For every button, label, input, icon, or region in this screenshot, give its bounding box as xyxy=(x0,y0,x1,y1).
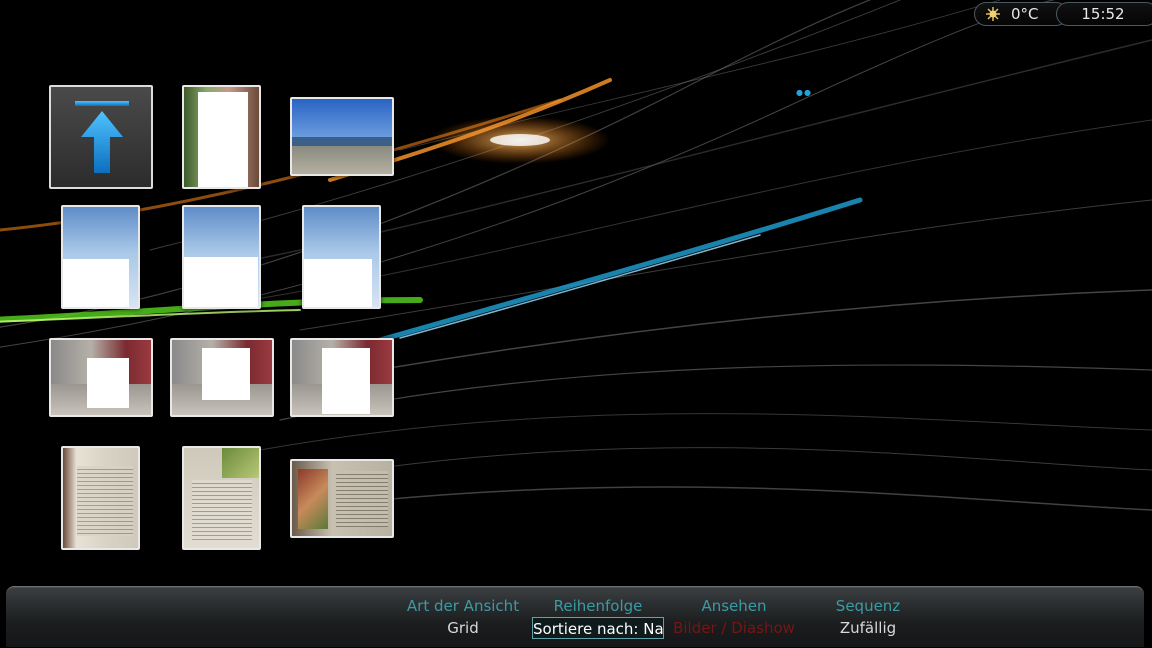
thumbnail-room-photo-3[interactable] xyxy=(290,338,394,417)
sun-icon xyxy=(986,7,1000,21)
clock-time: 15:52 xyxy=(1081,5,1125,23)
thumbnail-book-photo-2[interactable] xyxy=(182,446,261,550)
thumbnail-book-photo-3[interactable] xyxy=(290,459,394,538)
temperature-label: 0°C xyxy=(1011,5,1039,23)
thumbnail-landscape-lake-photo[interactable] xyxy=(290,97,394,176)
parent-folder-button[interactable] xyxy=(49,85,153,189)
background-swoosh xyxy=(0,0,1152,511)
thumbnail-room-photo-1[interactable] xyxy=(49,338,153,417)
thumbnail-sky-photo-3[interactable] xyxy=(302,205,381,309)
weather-widget: 0°C xyxy=(974,2,1068,26)
thumbnail-room-photo-2[interactable] xyxy=(170,338,274,417)
sequence-heading: Sequenz xyxy=(835,597,901,615)
clock-widget: 15:52 xyxy=(1056,2,1152,26)
thumbnail-sky-photo-1[interactable] xyxy=(61,205,140,309)
loading-dots: ●● xyxy=(796,88,812,97)
thumbnail-portrait-garden-photo[interactable] xyxy=(182,85,261,189)
thumbnail-book-photo-1[interactable] xyxy=(61,446,140,550)
sort-order-value[interactable]: Sortiere nach: Name xyxy=(532,617,664,639)
sequence-value[interactable]: Zufällig xyxy=(788,617,948,639)
thumbnail-sky-photo-2[interactable] xyxy=(182,205,261,309)
view-options-bar: Art der Ansicht Grid Reihenfolge Sortier… xyxy=(6,586,1144,647)
arrow-up-icon xyxy=(75,101,129,173)
sequence-option[interactable]: Sequenz Zufällig xyxy=(788,595,948,639)
